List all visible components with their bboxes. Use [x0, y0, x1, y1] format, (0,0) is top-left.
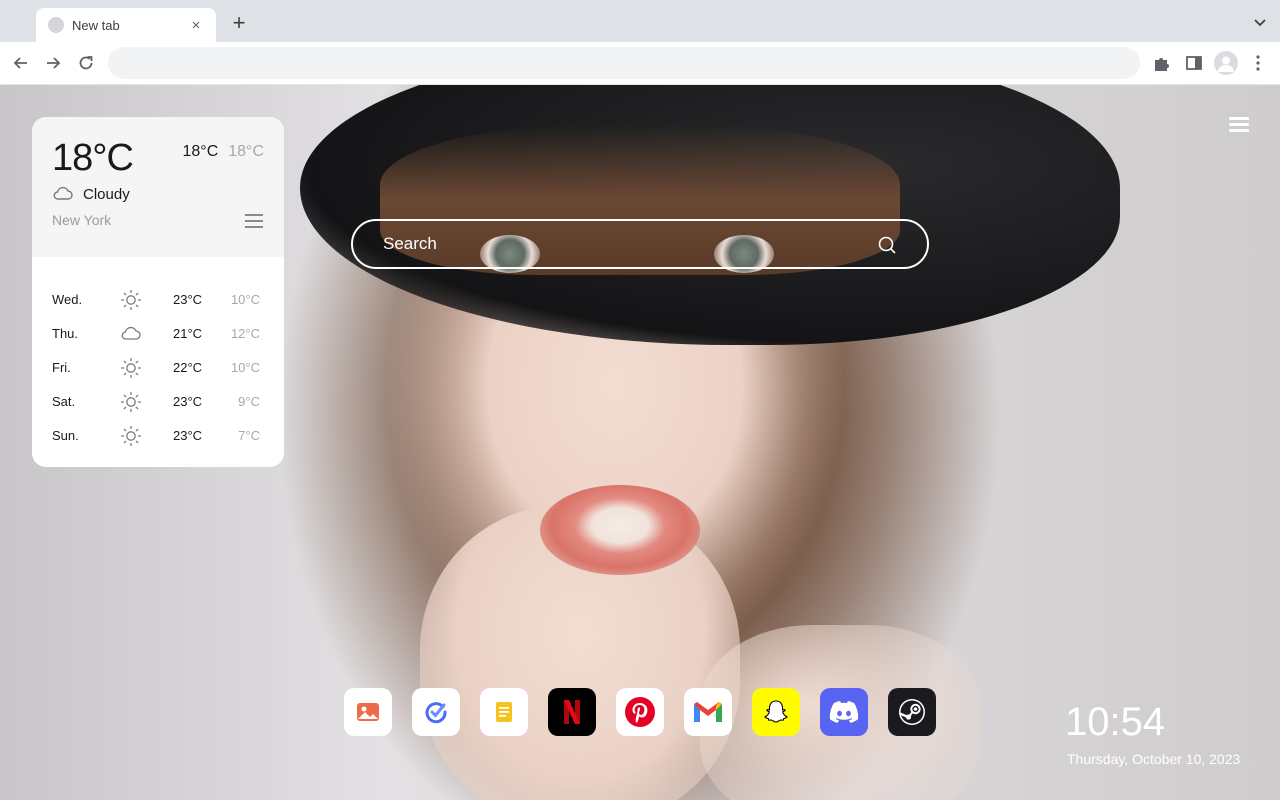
forecast-day: Sun.: [52, 428, 79, 443]
weather-city: New York: [52, 212, 112, 228]
browser-toolbar: [0, 42, 1280, 85]
snapchat-icon: [764, 700, 788, 723]
back-arrow-icon[interactable]: [10, 52, 32, 74]
tab-favicon-icon: [48, 17, 64, 33]
shortcut-dock: [344, 688, 936, 736]
forecast-high: 23°C: [173, 292, 203, 307]
forecast-low: 10°C: [230, 292, 260, 307]
new-tab-button[interactable]: +: [228, 12, 250, 36]
photos-shortcut[interactable]: [344, 688, 392, 736]
check-circle-icon: [425, 702, 447, 724]
weather-menu-button[interactable]: [245, 214, 263, 228]
weather-widget: 18°C 18°C 18°C Cloudy New York Wed. 23°C …: [32, 117, 284, 467]
new-tab-page: 18°C 18°C 18°C Cloudy New York Wed. 23°C …: [0, 85, 1280, 800]
forecast-low: 12°C: [230, 326, 260, 341]
sun-icon: [120, 425, 142, 447]
clock-date: Thursday, October 10, 2023: [1067, 751, 1241, 767]
search-input[interactable]: [353, 221, 873, 267]
sun-icon: [120, 357, 142, 379]
discord-icon: [829, 701, 859, 723]
image-icon: [357, 703, 379, 721]
pinterest-shortcut[interactable]: [616, 688, 664, 736]
forecast-day: Wed.: [52, 292, 83, 307]
forecast-high: 23°C: [173, 428, 203, 443]
tab-new-tab[interactable]: New tab ×: [36, 8, 216, 42]
pinterest-icon: [625, 697, 655, 727]
today-high-low: 18°C 18°C: [183, 143, 265, 161]
forecast-row: Fri. 22°C 10°C: [32, 351, 284, 385]
forecast-row: Sun. 23°C 7°C: [32, 419, 284, 453]
side-panel-icon[interactable]: [1183, 52, 1205, 74]
tab-close-icon[interactable]: ×: [188, 17, 204, 34]
steam-icon: [899, 699, 925, 725]
forecast-day: Thu.: [52, 326, 79, 341]
more-vertical-icon[interactable]: [1247, 52, 1269, 74]
tab-strip: New tab × +: [0, 0, 1280, 42]
forecast-day: Sat.: [52, 394, 76, 409]
tab-title: New tab: [72, 17, 120, 33]
search-icon[interactable]: [877, 235, 897, 255]
cloud-icon: [121, 326, 141, 340]
current-temperature: 18°C: [52, 137, 134, 179]
chevron-down-icon[interactable]: [1252, 14, 1268, 30]
forecast-row: Sat. 23°C 9°C: [32, 385, 284, 419]
person-icon: [1218, 56, 1234, 72]
address-bar-input[interactable]: [108, 47, 1140, 79]
cloud-icon: [53, 186, 73, 200]
wallpaper-lips: [540, 485, 700, 575]
netflix-shortcut[interactable]: [548, 688, 596, 736]
forecast-low: 7°C: [238, 428, 260, 443]
forecast-row: Thu. 21°C 12°C: [32, 317, 284, 351]
forecast-high: 21°C: [173, 326, 203, 341]
note-icon: [496, 702, 512, 722]
gmail-shortcut[interactable]: [684, 688, 732, 736]
puzzle-icon[interactable]: [1151, 52, 1173, 74]
weather-forecast: Wed. 23°C 10°C Thu. 21°C 12°C Fri. 22°C …: [32, 257, 284, 453]
page-menu-button[interactable]: [1229, 117, 1249, 133]
forecast-row: Wed. 23°C 10°C: [32, 283, 284, 317]
weather-condition: Cloudy: [83, 186, 130, 203]
steam-shortcut[interactable]: [888, 688, 936, 736]
today-low: 18°C: [228, 143, 264, 160]
gmail-icon: [694, 702, 722, 722]
clock-time: 10:54: [1065, 700, 1166, 744]
profile-avatar[interactable]: [1214, 51, 1238, 75]
reload-icon[interactable]: [75, 52, 97, 74]
forecast-low: 10°C: [230, 360, 260, 375]
snapchat-shortcut[interactable]: [752, 688, 800, 736]
forecast-high: 23°C: [173, 394, 203, 409]
forecast-day: Fri.: [52, 360, 71, 375]
weather-current: 18°C 18°C 18°C Cloudy New York: [32, 117, 284, 257]
forecast-high: 22°C: [173, 360, 203, 375]
forward-arrow-icon[interactable]: [42, 52, 64, 74]
discord-shortcut[interactable]: [820, 688, 868, 736]
sun-icon: [120, 391, 142, 413]
notes-shortcut[interactable]: [480, 688, 528, 736]
forecast-low: 9°C: [238, 394, 260, 409]
search-bar: [351, 219, 929, 269]
tasks-shortcut[interactable]: [412, 688, 460, 736]
netflix-icon: [564, 700, 580, 724]
sun-icon: [120, 289, 142, 311]
today-high: 18°C: [182, 143, 219, 160]
